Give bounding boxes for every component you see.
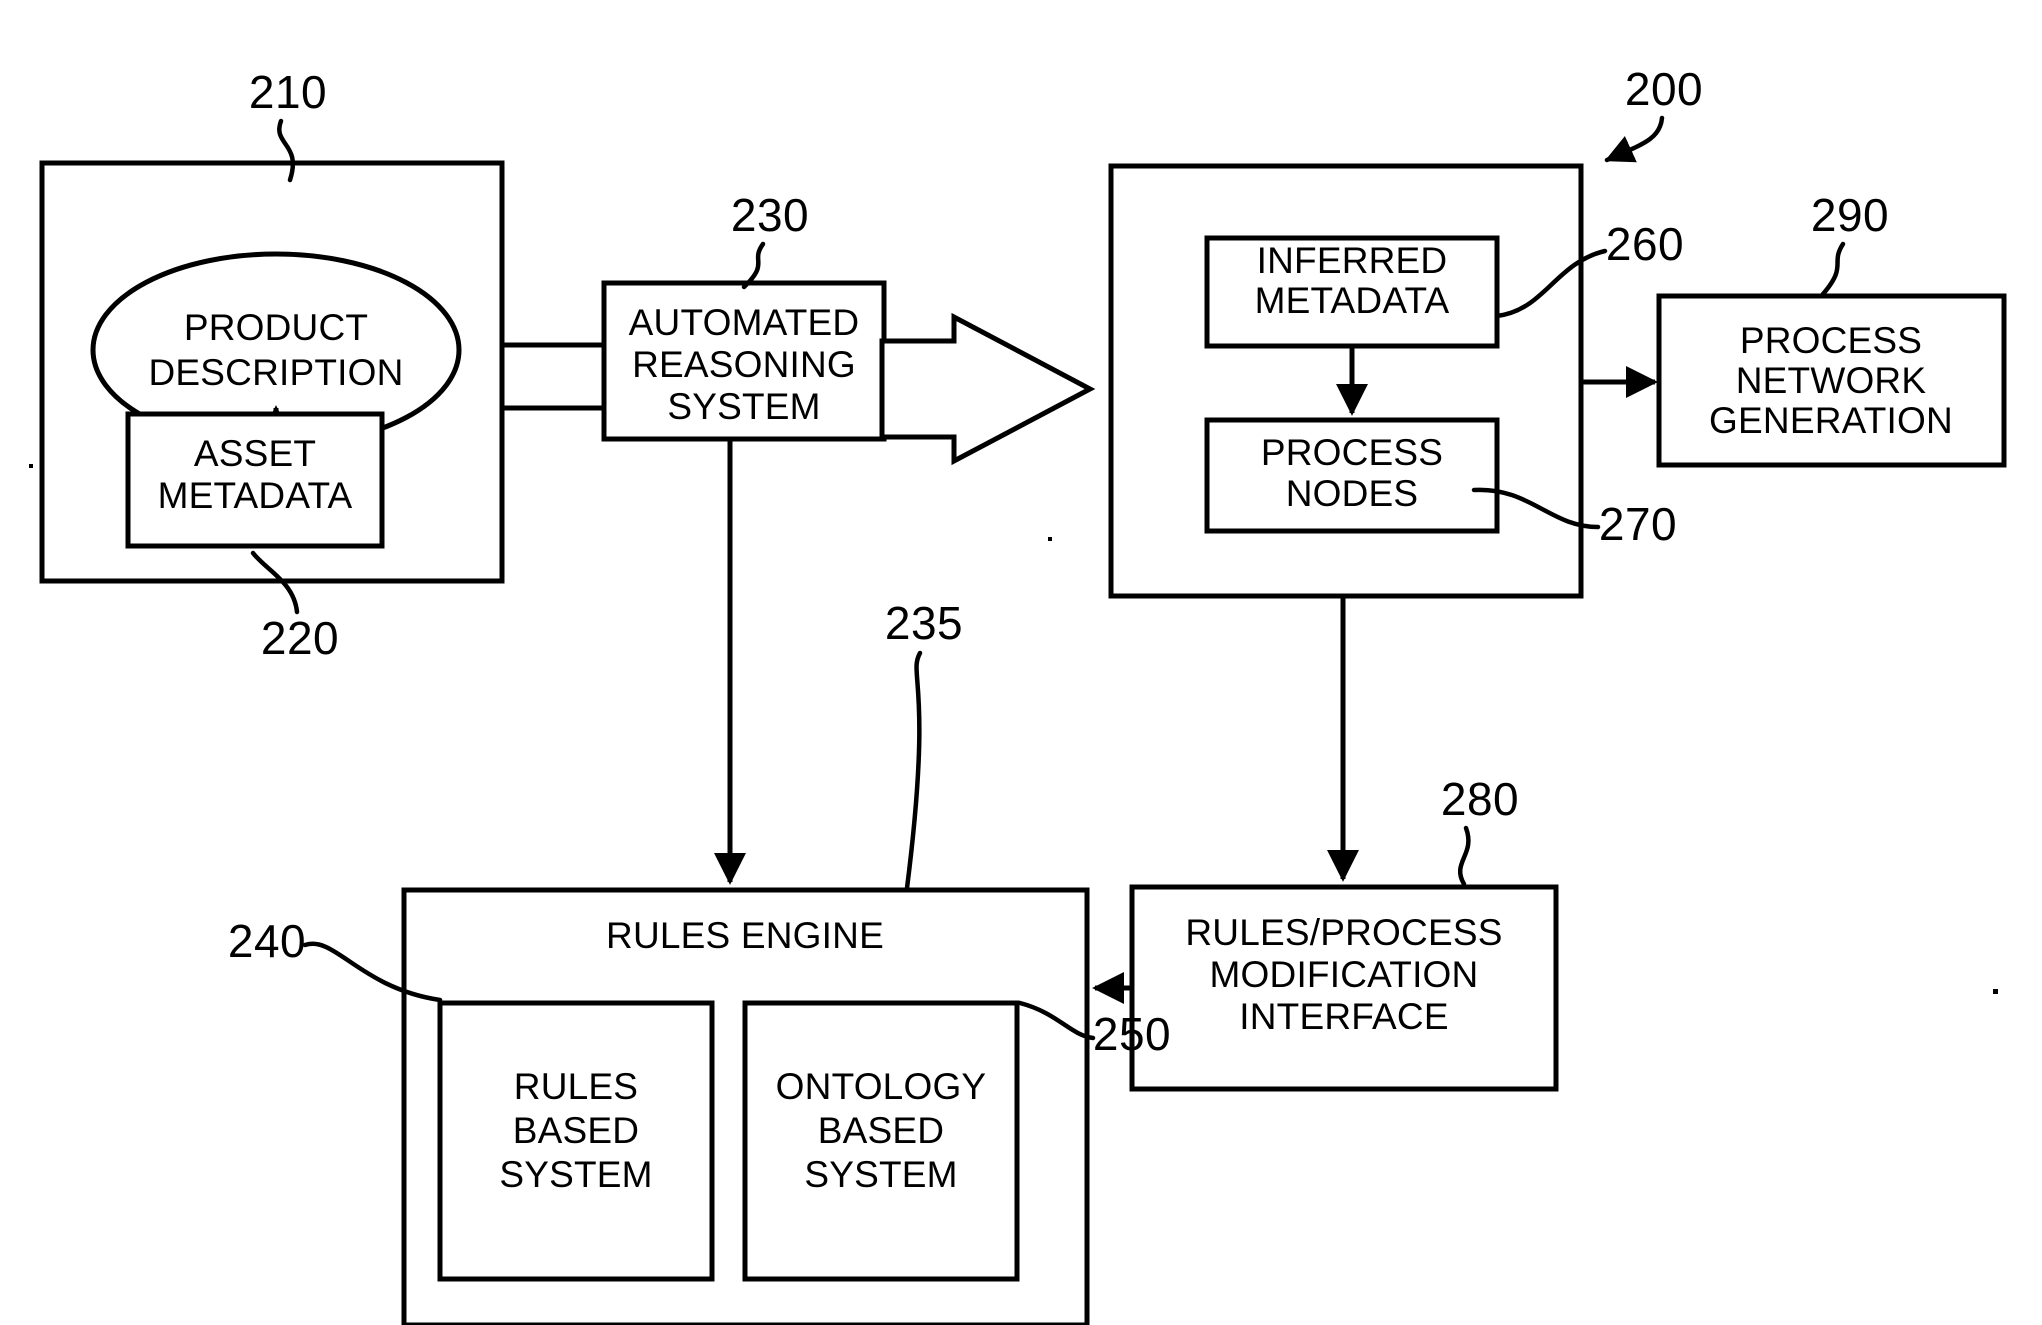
leader-235 <box>904 650 923 891</box>
rules-based-system-label-line3: SYSTEM <box>499 1154 652 1195</box>
ref-numeral-210: 210 <box>249 66 327 118</box>
rules-process-modification-interface-label-line2: MODIFICATION <box>1210 954 1479 995</box>
ref-numeral-270: 270 <box>1599 498 1677 550</box>
product-description-label-line2: DESCRIPTION <box>148 352 403 393</box>
rules-engine-label: RULES ENGINE <box>606 915 884 956</box>
process-nodes-label-line1: PROCESS <box>1261 432 1443 473</box>
inferred-metadata-label-line2: METADATA <box>1255 280 1450 321</box>
ref-numeral-260: 260 <box>1606 218 1684 270</box>
leader-290 <box>1820 241 1846 297</box>
ref-numeral-230: 230 <box>731 189 809 241</box>
diagram-canvas: PRODUCT DESCRIPTION ASSET METADATA AUTOM… <box>29 63 2007 1325</box>
asset-metadata-label-line1: ASSET <box>194 433 316 474</box>
automated-reasoning-system-label-line2: REASONING <box>632 344 856 385</box>
ref-numeral-220: 220 <box>261 612 339 664</box>
ref-numeral-290: 290 <box>1811 189 1889 241</box>
scan-speck-right <box>1993 989 1998 994</box>
rules-process-modification-interface-label-line3: INTERFACE <box>1239 996 1448 1037</box>
leader-200-arrow <box>1604 115 1665 163</box>
product-description-label-line1: PRODUCT <box>184 307 368 348</box>
ref-numeral-250: 250 <box>1093 1008 1171 1060</box>
ref-numeral-280: 280 <box>1441 773 1519 825</box>
rules-based-system-label-line2: BASED <box>513 1110 639 1151</box>
rules-based-system-label-line1: RULES <box>514 1066 638 1107</box>
ref-numeral-200: 200 <box>1625 63 1703 115</box>
ref-numeral-240: 240 <box>228 915 306 967</box>
scan-speck-left <box>29 464 33 468</box>
ref-numeral-235: 235 <box>885 597 963 649</box>
process-nodes-label-line2: NODES <box>1286 473 1419 514</box>
scan-speck-center <box>1048 537 1052 541</box>
leader-280 <box>1457 825 1471 887</box>
block-arrow-reasoning-to-system <box>879 312 1096 466</box>
asset-metadata-label-line2: METADATA <box>158 475 353 516</box>
automated-reasoning-system-label-line3: SYSTEM <box>667 386 820 427</box>
inferred-metadata-label-line1: INFERRED <box>1257 240 1448 281</box>
ontology-based-system-label-line1: ONTOLOGY <box>776 1066 987 1107</box>
process-network-generation-label-line1: PROCESS <box>1740 320 1922 361</box>
process-network-generation-label-line2: NETWORK <box>1736 360 1927 401</box>
rules-process-modification-interface-label-line1: RULES/PROCESS <box>1185 912 1502 953</box>
process-network-generation-label-line3: GENERATION <box>1709 400 1953 441</box>
patent-figure: PRODUCT DESCRIPTION ASSET METADATA AUTOM… <box>0 0 2042 1325</box>
automated-reasoning-system-label-line1: AUTOMATED <box>629 302 860 343</box>
ontology-based-system-label-line3: SYSTEM <box>804 1154 957 1195</box>
ontology-based-system-label-line2: BASED <box>818 1110 944 1151</box>
